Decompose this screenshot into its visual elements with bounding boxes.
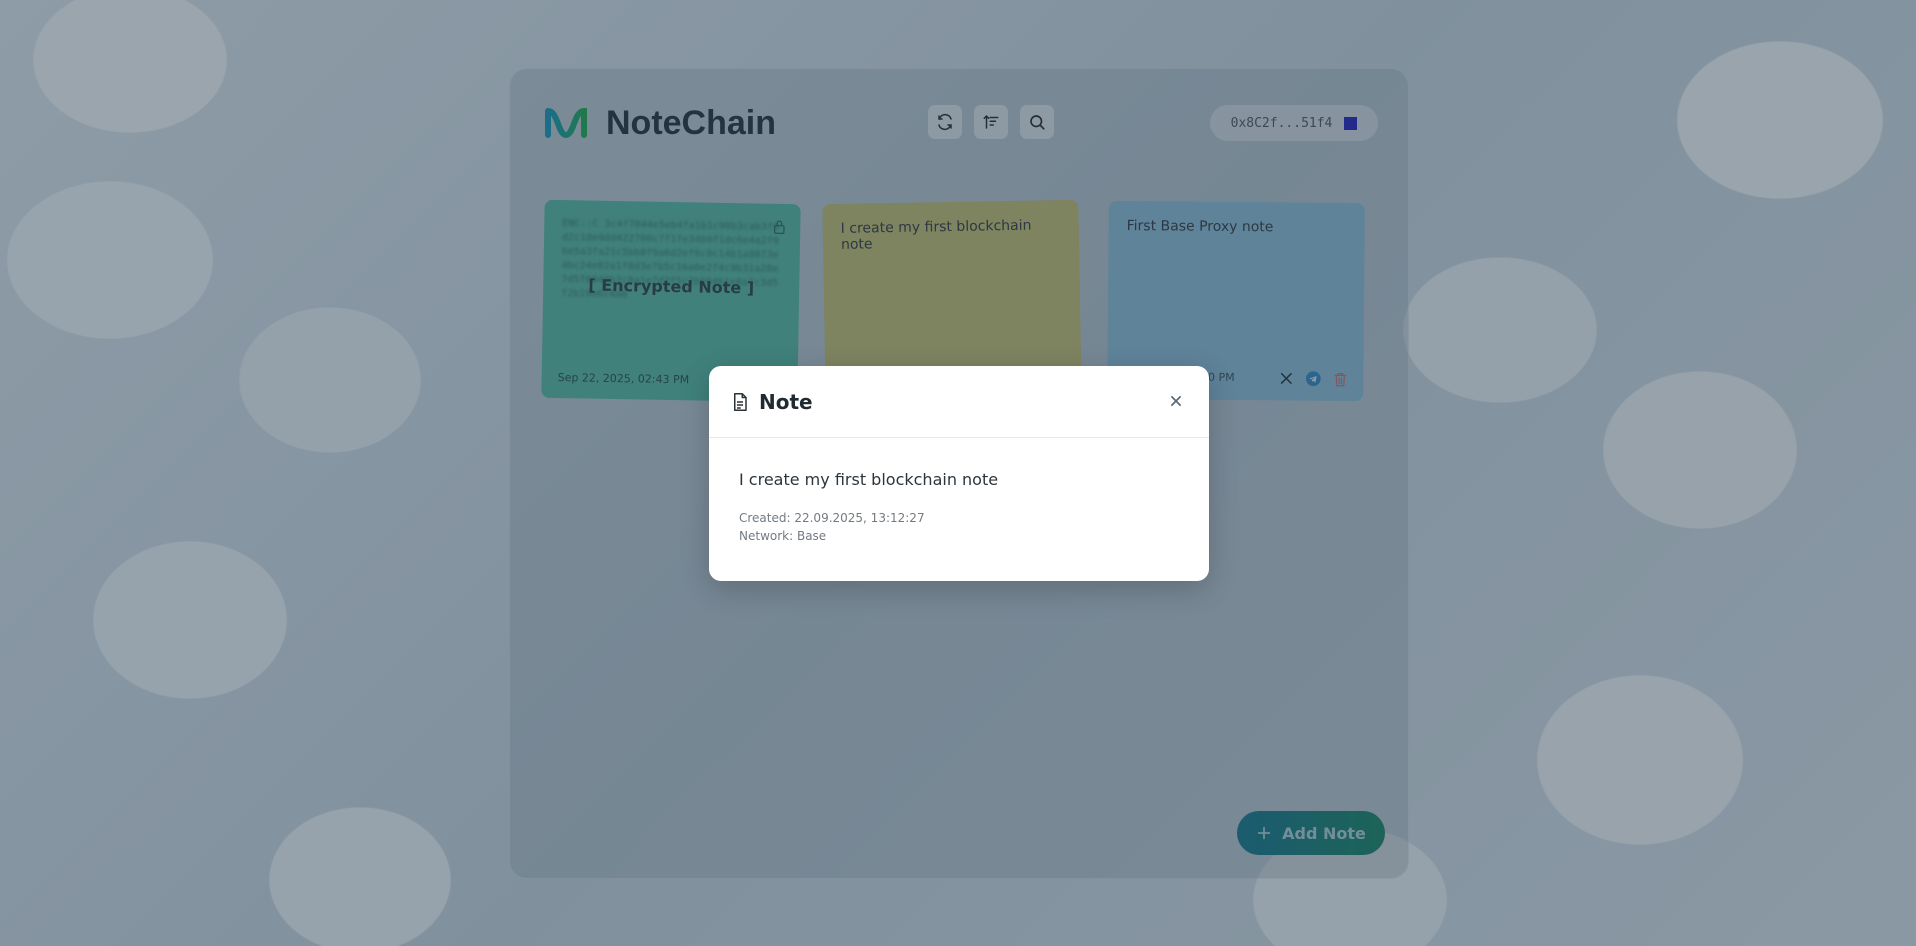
note-modal: Note I create my first blockchain note C… <box>709 366 1209 581</box>
modal-created: Created: 22.09.2025, 13:12:27 <box>739 511 925 525</box>
close-icon[interactable] <box>1169 394 1183 408</box>
modal-title: Note <box>759 389 813 414</box>
modal-meta: Created: 22.09.2025, 13:12:27 Network: B… <box>739 509 1179 545</box>
modal-header: Note <box>709 366 1209 438</box>
document-icon <box>734 392 747 411</box>
modal-note-content: I create my first blockchain note <box>739 470 999 489</box>
modal-network: Network: Base <box>739 529 827 543</box>
modal-body: I create my first blockchain note Create… <box>709 438 1209 545</box>
